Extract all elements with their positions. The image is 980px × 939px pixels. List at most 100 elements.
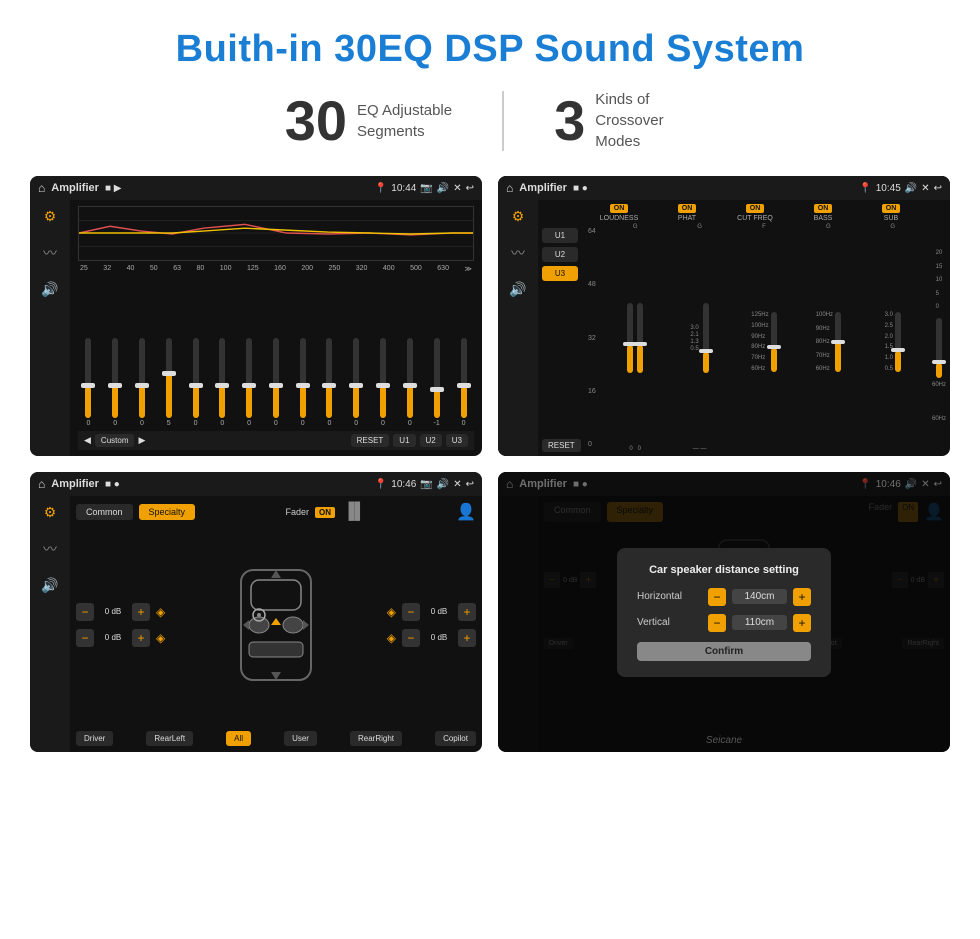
eq-slider-6[interactable]: 0 — [219, 338, 225, 427]
driver-btn[interactable]: Driver — [76, 731, 113, 746]
fader-slider-icon: ▐▌ — [343, 503, 366, 521]
eq-slider-4[interactable]: 5 — [166, 338, 172, 427]
copilot-btn[interactable]: Copilot — [435, 731, 476, 746]
xover-loudness-band: ON LOUDNESS — [586, 204, 652, 222]
horizontal-plus-btn[interactable]: + — [793, 588, 811, 606]
eq-slider-14[interactable]: -1 — [434, 338, 440, 427]
location-icon-spk: 📍 — [375, 479, 387, 490]
eq-reset-btn[interactable]: RESET — [351, 434, 390, 447]
spk-fl-plus[interactable]: + — [132, 603, 150, 621]
all-btn[interactable]: All — [226, 731, 251, 746]
spk-db-row-4: ◈ − 0 dB + — [387, 629, 476, 647]
home-icon-xover[interactable]: ⌂ — [506, 181, 513, 195]
eq-slider-5[interactable]: 0 — [193, 338, 199, 427]
common-tab[interactable]: Common — [76, 504, 133, 520]
xover-reset-btn[interactable]: RESET — [542, 439, 581, 452]
dialog-title: Car speaker distance setting — [637, 564, 811, 576]
eq-custom-btn[interactable]: Custom — [95, 434, 135, 447]
xover-u3-btn[interactable]: U3 — [542, 266, 578, 281]
sub-slider[interactable] — [895, 312, 901, 372]
eq-u2-btn[interactable]: U2 — [420, 434, 442, 447]
cutfreq-sliders: F 125Hz100Hz90Hz80Hz70Hz60Hz — [733, 224, 795, 452]
xover-tune-icon[interactable]: ⚙ — [512, 208, 525, 225]
sub-on-btn[interactable]: ON — [882, 204, 901, 213]
xover-wave-icon[interactable]: 〰 — [511, 243, 525, 263]
back-icon[interactable]: ↩ — [466, 183, 474, 194]
horizontal-minus-btn[interactable]: − — [708, 588, 726, 606]
loudness-on-btn[interactable]: ON — [610, 204, 629, 213]
eq-slider-11[interactable]: 0 — [353, 338, 359, 427]
spk-rl-minus[interactable]: − — [76, 629, 94, 647]
eq-body: ⚙ 〰 🔊 — [30, 200, 482, 456]
eq-slider-8[interactable]: 0 — [273, 338, 279, 427]
dialog-vertical-row: Vertical − 110cm + — [637, 614, 811, 632]
bass-slider[interactable] — [835, 312, 841, 372]
eq-slider-10[interactable]: 0 — [326, 338, 332, 427]
rear-right-btn[interactable]: RearRight — [350, 731, 402, 746]
back-icon-spk[interactable]: ↩ — [466, 479, 474, 490]
spk-main: Common Specialty Fader ON ▐▌ 👤 − 0 dB + — [70, 496, 482, 752]
user-profile-icon[interactable]: 👤 — [456, 502, 476, 522]
rear-left-btn[interactable]: RearLeft — [146, 731, 193, 746]
eq-slider-9[interactable]: 0 — [300, 338, 306, 427]
spk-rr-minus[interactable]: − — [402, 629, 420, 647]
home-icon[interactable]: ⌂ — [38, 181, 45, 195]
spk-fr-db: 0 dB — [424, 607, 454, 616]
eq-play-icon[interactable]: ▶ — [138, 435, 145, 446]
eq-slider-12[interactable]: 0 — [380, 338, 386, 427]
xover-u1-btn[interactable]: U1 — [542, 228, 578, 243]
loudness-slider-2[interactable] — [637, 303, 643, 373]
screen-eq: ⌂ Amplifier ■ ▶ 📍 10:44 📷 🔊 ✕ ↩ ⚙ 〰 🔊 — [30, 176, 482, 456]
eq-slider-1[interactable]: 0 — [85, 338, 91, 427]
spk-rr-plus[interactable]: + — [458, 629, 476, 647]
phat-on-btn[interactable]: ON — [678, 204, 697, 213]
eq-slider-15[interactable]: 0 — [461, 338, 467, 427]
dialog-overlay: Car speaker distance setting Horizontal … — [498, 472, 950, 752]
close-icon[interactable]: ✕ — [453, 183, 461, 194]
back-icon-xover[interactable]: ↩ — [934, 183, 942, 194]
spk-fl-minus[interactable]: − — [76, 603, 94, 621]
sub-right-slider[interactable] — [936, 318, 942, 378]
specialty-tab[interactable]: Specialty — [139, 504, 196, 520]
spk-tune-icon[interactable]: ⚙ — [44, 504, 57, 521]
eq-u1-btn[interactable]: U1 — [393, 434, 415, 447]
spk-wave-icon[interactable]: 〰 — [43, 539, 57, 559]
close-icon-xover[interactable]: ✕ — [921, 183, 929, 194]
cutfreq-slider[interactable] — [771, 312, 777, 372]
fader-on-btn[interactable]: ON — [315, 507, 335, 518]
bass-on-btn[interactable]: ON — [814, 204, 833, 213]
eq-slider-13[interactable]: 0 — [407, 338, 413, 427]
page-title: Buith-in 30EQ DSP Sound System — [0, 0, 980, 89]
cutfreq-on-btn[interactable]: ON — [746, 204, 765, 213]
phat-slider[interactable] — [703, 303, 709, 373]
spk-right-db: ◈ − 0 dB + ◈ − 0 dB + — [387, 603, 476, 647]
close-icon-spk[interactable]: ✕ — [453, 479, 461, 490]
dialog-horizontal-row: Horizontal − 140cm + — [637, 588, 811, 606]
spk-left-db: − 0 dB + ◈ − 0 dB + ◈ — [76, 603, 165, 647]
topbar-eq: ⌂ Amplifier ■ ▶ 📍 10:44 📷 🔊 ✕ ↩ — [30, 176, 482, 200]
eq-wave-icon[interactable]: 〰 — [43, 243, 57, 263]
eq-prev-icon[interactable]: ◀ — [84, 435, 91, 446]
home-icon-spk[interactable]: ⌂ — [38, 477, 45, 491]
spk-fr-minus[interactable]: − — [402, 603, 420, 621]
xover-u2-btn[interactable]: U2 — [542, 247, 578, 262]
eq-tune-icon[interactable]: ⚙ — [44, 208, 57, 225]
xover-spk-icon[interactable]: 🔊 — [509, 281, 526, 298]
loudness-slider-1[interactable] — [627, 303, 633, 373]
stat-crossover-number: 3 — [554, 93, 585, 149]
eq-u3-btn[interactable]: U3 — [446, 434, 468, 447]
vertical-minus-btn[interactable]: − — [708, 614, 726, 632]
eq-slider-3[interactable]: 0 — [139, 338, 145, 427]
eq-speaker-icon[interactable]: 🔊 — [41, 281, 58, 298]
spk-fr-plus[interactable]: + — [458, 603, 476, 621]
user-btn[interactable]: User — [284, 731, 317, 746]
xover-far-right: 20151050 60Hz60Hz — [928, 200, 950, 456]
confirm-button[interactable]: Confirm — [637, 642, 811, 661]
eq-slider-7[interactable]: 0 — [246, 338, 252, 427]
spk-speaker-icon[interactable]: 🔊 — [41, 577, 58, 594]
vertical-plus-btn[interactable]: + — [793, 614, 811, 632]
eq-slider-2[interactable]: 0 — [112, 338, 118, 427]
spk-rl-plus[interactable]: + — [132, 629, 150, 647]
xover-band-headers: ON LOUDNESS ON PHAT ON CUT FREQ ON BASS — [586, 204, 924, 222]
bass-label: BASS — [814, 215, 833, 222]
